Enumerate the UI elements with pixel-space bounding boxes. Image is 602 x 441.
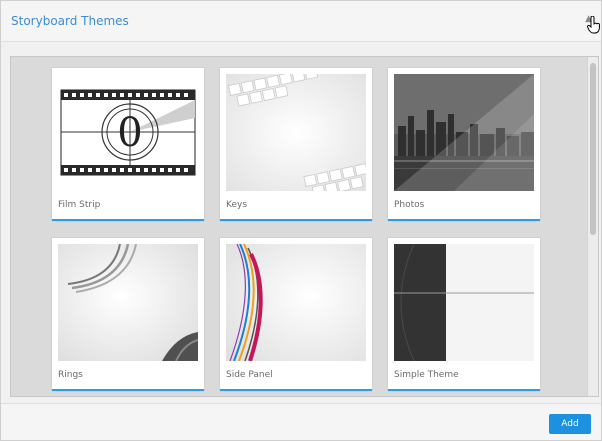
svg-text:0: 0 xyxy=(117,110,142,156)
theme-label: Film Strip xyxy=(58,200,101,210)
theme-label: Rings xyxy=(58,370,83,380)
rings-thumbnail xyxy=(58,244,198,361)
collapse-icon[interactable]: ▲ xyxy=(585,14,592,24)
theme-label: Side Panel xyxy=(226,370,273,380)
photos-thumbnail xyxy=(394,74,534,191)
theme-label: Keys xyxy=(226,200,248,210)
scrollbar-thumb[interactable] xyxy=(590,63,596,235)
film-strip-thumbnail: 0 xyxy=(58,74,198,191)
storyboard-themes-dialog: Storyboard Themes ▲ 0 Film Strip Keys Ph… xyxy=(0,0,602,441)
theme-label: Simple Theme xyxy=(394,370,459,380)
dialog-header: Storyboard Themes ▲ xyxy=(1,1,601,42)
side-panel-thumbnail xyxy=(226,244,366,361)
add-button[interactable]: Add xyxy=(549,414,591,434)
theme-card-photos[interactable]: Photos xyxy=(388,68,540,221)
theme-card-side-panel[interactable]: Side Panel xyxy=(220,238,372,391)
keys-thumbnail xyxy=(226,74,366,191)
theme-card-simple-theme[interactable]: Simple Theme xyxy=(388,238,540,391)
themes-panel: 0 Film Strip Keys Photos Rings Side Pane… xyxy=(10,56,599,397)
theme-card-keys[interactable]: Keys xyxy=(220,68,372,221)
theme-card-film-strip[interactable]: 0 Film Strip xyxy=(52,68,204,221)
dialog-title: Storyboard Themes xyxy=(11,14,129,28)
simple-theme-thumbnail xyxy=(394,244,534,361)
theme-label: Photos xyxy=(394,200,425,210)
dialog-footer: Add xyxy=(1,403,601,440)
vertical-scrollbar[interactable] xyxy=(587,57,598,396)
theme-card-rings[interactable]: Rings xyxy=(52,238,204,391)
